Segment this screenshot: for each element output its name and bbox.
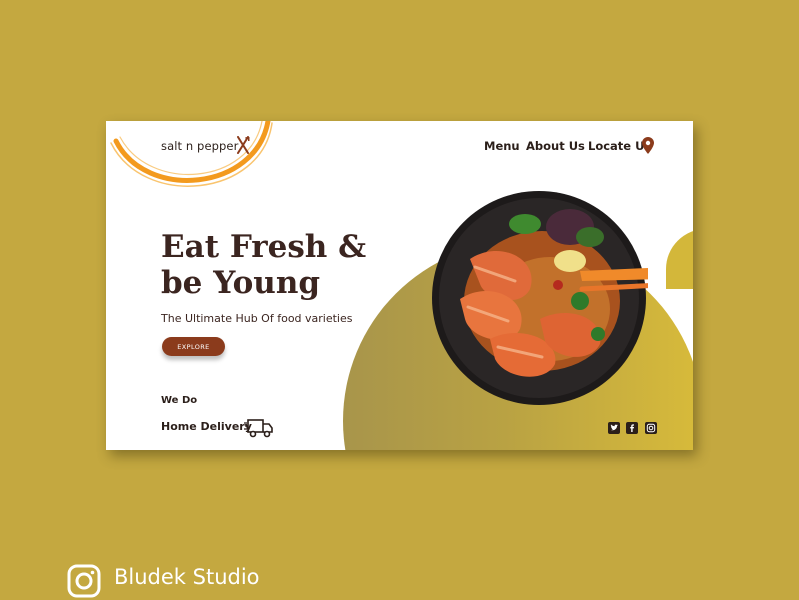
- instagram-icon: [67, 564, 101, 598]
- nav-about-link[interactable]: About Us: [526, 139, 585, 153]
- landing-page-card: salt n pepper Menu About Us Locate Us Ea…: [106, 121, 693, 450]
- delivery-truck-icon: [244, 419, 273, 438]
- services-heading: We Do: [161, 395, 198, 406]
- facebook-icon[interactable]: [626, 422, 638, 434]
- brand-name[interactable]: salt n pepper: [161, 139, 238, 153]
- fork-knife-icon: [237, 136, 250, 154]
- hero-subtitle: The Ultimate Hub Of food varieties: [161, 312, 353, 325]
- brush-ring-decoration: [110, 121, 273, 187]
- twitter-icon[interactable]: [608, 422, 620, 434]
- gold-background-accent: [666, 229, 693, 289]
- food-bowl-image: [432, 191, 648, 405]
- explore-button[interactable]: EXPLORE: [162, 337, 225, 356]
- studio-name: Bludek Studio: [114, 565, 260, 589]
- hero-title: Eat Fresh & be Young: [161, 229, 367, 301]
- nav-menu-link[interactable]: Menu: [484, 139, 520, 153]
- location-pin-icon[interactable]: [642, 137, 654, 154]
- instagram-icon[interactable]: [645, 422, 657, 434]
- home-delivery-label: Home Delivery: [161, 420, 252, 433]
